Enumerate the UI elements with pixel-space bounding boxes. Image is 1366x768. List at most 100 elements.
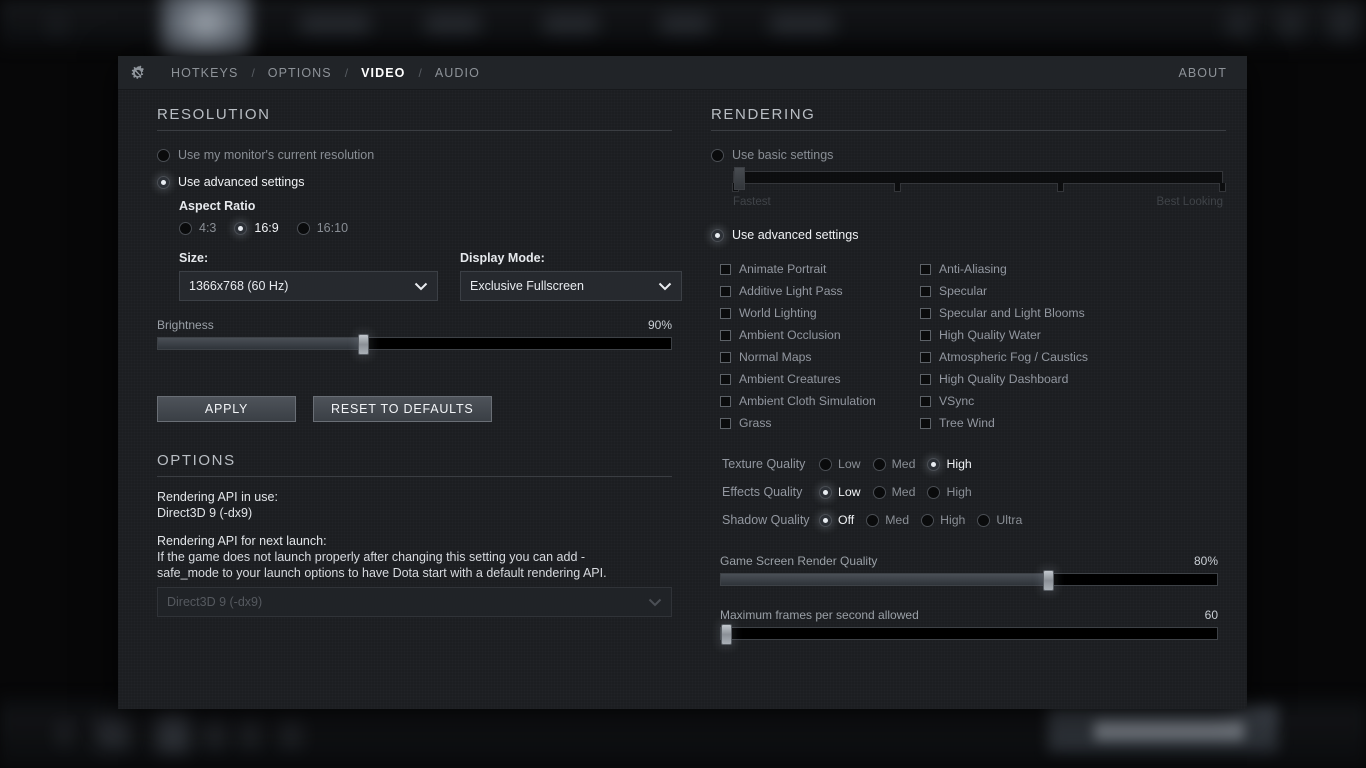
radio-button[interactable]: [819, 514, 832, 527]
checkbox-anti-aliasing[interactable]: Anti-Aliasing: [920, 258, 1120, 280]
radio-basic-settings[interactable]: Use basic settings: [711, 148, 1218, 162]
checkbox-box[interactable]: [920, 286, 931, 297]
rendering-section-title: RENDERING: [711, 106, 1218, 130]
basic-quality-handle[interactable]: [734, 167, 745, 190]
checkbox-specular-and-light-blooms[interactable]: Specular and Light Blooms: [920, 302, 1120, 324]
tab-video[interactable]: VIDEO: [348, 66, 418, 80]
checkbox-tree-wind[interactable]: Tree Wind: [920, 412, 1120, 434]
radio-label: Use advanced settings: [178, 175, 304, 189]
effects-quality-low[interactable]: Low: [819, 485, 861, 499]
brightness-slider[interactable]: [157, 337, 672, 350]
checkbox-box[interactable]: [920, 264, 931, 275]
resolution-buttons: APPLY RESET TO DEFAULTS: [157, 396, 678, 422]
options-section: OPTIONS Rendering API in use: Direct3D 9…: [157, 452, 678, 617]
radio-label: Use advanced settings: [732, 228, 858, 242]
size-label: Size:: [179, 251, 438, 265]
shadow-quality-ultra[interactable]: Ultra: [977, 513, 1022, 527]
checkbox-label: Additive Light Pass: [739, 284, 843, 298]
render-quality-handle[interactable]: [1043, 570, 1054, 591]
apply-button[interactable]: APPLY: [157, 396, 296, 422]
checkbox-high-quality-dashboard[interactable]: High Quality Dashboard: [920, 368, 1120, 390]
effects-quality-high[interactable]: High: [927, 485, 971, 499]
radio-button[interactable]: [873, 486, 886, 499]
checkbox-vsync[interactable]: VSync: [920, 390, 1120, 412]
checkbox-world-lighting[interactable]: World Lighting: [720, 302, 920, 324]
checkbox-box[interactable]: [920, 396, 931, 407]
checkbox-box[interactable]: [920, 374, 931, 385]
radio-monitor-resolution[interactable]: Use my monitor's current resolution: [157, 148, 678, 162]
checkbox-box[interactable]: [720, 286, 731, 297]
brightness-fill: [158, 338, 363, 349]
checkbox-atmospheric-fog-caustics[interactable]: Atmospheric Fog / Caustics: [920, 346, 1120, 368]
shadow-quality-off[interactable]: Off: [819, 513, 854, 527]
radio-advanced-rendering[interactable]: Use advanced settings: [711, 228, 1218, 242]
checkbox-additive-light-pass[interactable]: Additive Light Pass: [720, 280, 920, 302]
checkbox-specular[interactable]: Specular: [920, 280, 1120, 302]
checkbox-label: Ambient Occlusion: [739, 328, 841, 342]
checkbox-box[interactable]: [920, 418, 931, 429]
aspect-label: 16:10: [317, 221, 348, 235]
radio-button[interactable]: [157, 149, 170, 162]
checkbox-normal-maps[interactable]: Normal Maps: [720, 346, 920, 368]
shadow-quality-high[interactable]: High: [921, 513, 965, 527]
background-icon: [1278, 10, 1304, 38]
resolution-dropdowns: Size: 1366x768 (60 Hz) Display Mode: Exc…: [179, 251, 678, 301]
radio-button[interactable]: [927, 458, 940, 471]
max-fps-handle[interactable]: [721, 624, 732, 645]
checkbox-box[interactable]: [920, 352, 931, 363]
radio-button[interactable]: [711, 229, 724, 242]
radio-button[interactable]: [711, 149, 724, 162]
checkbox-box[interactable]: [720, 308, 731, 319]
radio-button[interactable]: [921, 514, 934, 527]
radio-button[interactable]: [157, 176, 170, 189]
checkbox-box[interactable]: [720, 418, 731, 429]
basic-quality-slider[interactable]: [733, 171, 1223, 184]
radio-button[interactable]: [866, 514, 879, 527]
display-mode-dropdown[interactable]: Exclusive Fullscreen: [460, 271, 682, 301]
radio-aspect-4-3[interactable]: [179, 222, 192, 235]
checkbox-ambient-occlusion[interactable]: Ambient Occlusion: [720, 324, 920, 346]
background-bottom-icon: [156, 712, 190, 752]
tab-options[interactable]: OPTIONS: [255, 66, 345, 80]
checkbox-high-quality-water[interactable]: High Quality Water: [920, 324, 1120, 346]
shadow-quality-med[interactable]: Med: [866, 513, 909, 527]
radio-button[interactable]: [927, 486, 940, 499]
checkbox-box[interactable]: [720, 330, 731, 341]
checkbox-box[interactable]: [720, 396, 731, 407]
checkbox-box[interactable]: [920, 330, 931, 341]
radio-button[interactable]: [873, 458, 886, 471]
checkbox-grass[interactable]: Grass: [720, 412, 920, 434]
checkbox-ambient-creatures[interactable]: Ambient Creatures: [720, 368, 920, 390]
radio-aspect-16-9[interactable]: [234, 222, 247, 235]
effects-quality-med[interactable]: Med: [873, 485, 916, 499]
texture-quality-low[interactable]: Low: [819, 457, 861, 471]
tab-audio[interactable]: AUDIO: [422, 66, 493, 80]
brightness-handle[interactable]: [358, 334, 369, 355]
render-quality-header: Game Screen Render Quality 80%: [720, 554, 1218, 568]
checkbox-box[interactable]: [720, 374, 731, 385]
api-note-line-2: safe_mode to your launch options to have…: [157, 565, 678, 581]
checkbox-ambient-cloth-simulation[interactable]: Ambient Cloth Simulation: [720, 390, 920, 412]
reset-to-defaults-button[interactable]: RESET TO DEFAULTS: [313, 396, 492, 422]
size-dropdown[interactable]: 1366x768 (60 Hz): [179, 271, 438, 301]
radio-advanced-resolution[interactable]: Use advanced settings: [157, 175, 678, 189]
option-label: Med: [892, 457, 916, 471]
radio-button[interactable]: [819, 486, 832, 499]
section-divider: [157, 476, 672, 477]
radio-button[interactable]: [977, 514, 990, 527]
radio-aspect-16-10[interactable]: [297, 222, 310, 235]
tab-about[interactable]: ABOUT: [1178, 66, 1227, 80]
checkbox-box[interactable]: [920, 308, 931, 319]
checkbox-animate-portrait[interactable]: Animate Portrait: [720, 258, 920, 280]
shadow-quality-row: Shadow Quality Off Med High Ultra: [722, 506, 1218, 534]
rendering-api-dropdown[interactable]: Direct3D 9 (-dx9): [157, 587, 672, 617]
checkbox-column-right: Anti-Aliasing Specular Specular and Ligh…: [920, 258, 1120, 434]
checkbox-box[interactable]: [720, 352, 731, 363]
checkbox-box[interactable]: [720, 264, 731, 275]
radio-button[interactable]: [819, 458, 832, 471]
texture-quality-med[interactable]: Med: [873, 457, 916, 471]
max-fps-slider[interactable]: [720, 627, 1218, 640]
tab-hotkeys[interactable]: HOTKEYS: [158, 66, 251, 80]
render-quality-slider[interactable]: [720, 573, 1218, 586]
texture-quality-high[interactable]: High: [927, 457, 971, 471]
